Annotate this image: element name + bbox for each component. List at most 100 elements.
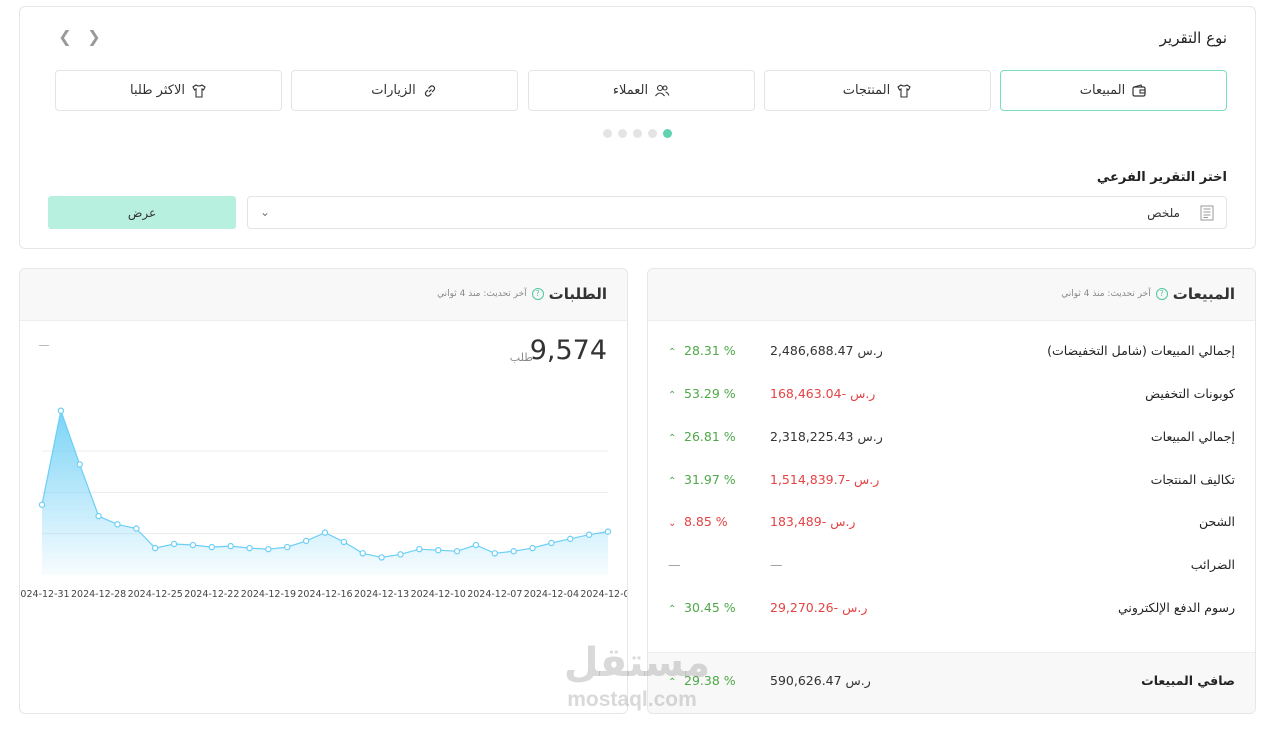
sales-row: إجمالي المبيعات 2,318,225.43 ر.س ⌃ 26.81 …	[648, 427, 1255, 447]
help-icon[interactable]: ?	[1155, 288, 1168, 300]
arrow-up-icon: ⌃	[668, 347, 677, 358]
sales-panel-header: المبيعات ? آخر تحديث: منذ 4 ثواني	[648, 269, 1255, 321]
x-tick-label: 2024-12-16	[297, 589, 352, 600]
data-point[interactable]	[227, 542, 234, 550]
row-label: إجمالي المبيعات (شامل التخفيضات)	[1047, 343, 1235, 358]
row-label: تكاليف المنتجات	[1150, 472, 1235, 487]
data-point[interactable]	[340, 538, 348, 546]
data-point[interactable]	[321, 529, 329, 536]
data-point[interactable]	[151, 544, 159, 552]
x-tick-label: 2024-12-22	[184, 589, 239, 600]
data-point[interactable]	[359, 550, 366, 557]
report-card-customers[interactable]: العملاء	[528, 70, 755, 111]
row-percentage: —	[668, 557, 681, 572]
data-point[interactable]	[57, 407, 65, 414]
x-tick-label: 2024-12-07	[467, 589, 522, 600]
report-type-title: نوع التقرير	[1159, 29, 1227, 47]
wallet-icon	[1132, 83, 1146, 97]
row-amount: 183,489- ر.س	[770, 514, 856, 529]
data-point[interactable]	[38, 501, 46, 508]
report-card-products[interactable]: المنتجات	[764, 70, 991, 111]
row-percentage: ⌃ 53.29 %	[668, 386, 736, 401]
chevron-right-icon[interactable]: ❯	[84, 27, 104, 47]
data-point[interactable]	[510, 548, 517, 555]
row-percentage: ⌃ 30.45 %	[668, 600, 736, 615]
net-sales-row: صافي المبيعات 590,626.47 ر.س ⌃ 29.38 %	[648, 652, 1255, 713]
pagination-dot[interactable]	[603, 129, 612, 138]
document-icon	[1200, 205, 1214, 220]
link-icon	[424, 84, 435, 97]
help-icon[interactable]: ?	[531, 288, 544, 300]
data-point[interactable]	[567, 535, 574, 543]
x-tick-label: 2024-12-31	[20, 589, 70, 600]
report-card-most-ordered[interactable]: الاكثر طلبا	[55, 70, 282, 111]
orders-panel-header: الطلبات ? آخر تحديث: منذ 4 ثواني	[20, 269, 627, 321]
data-point[interactable]	[585, 531, 593, 538]
orders-area	[42, 410, 608, 575]
data-point[interactable]	[435, 546, 442, 554]
row-amount: —	[770, 557, 783, 572]
pagination-dot[interactable]	[648, 129, 657, 138]
last-updated: آخر تحديث: منذ 4 ثواني	[437, 289, 527, 299]
row-amount: 2,486,688.47 ر.س	[770, 343, 883, 358]
data-point[interactable]	[397, 551, 404, 558]
data-point[interactable]	[472, 541, 480, 549]
arrow-up-icon: ⌃	[668, 433, 677, 444]
data-point[interactable]	[133, 525, 140, 532]
report-card-sales[interactable]: المبيعات	[1000, 70, 1227, 111]
x-tick-label: 2024-12-28	[71, 589, 126, 600]
data-point[interactable]	[265, 545, 272, 553]
row-label: صافي المبيعات	[1141, 673, 1235, 688]
pagination-dot[interactable]	[618, 129, 627, 138]
sub-report-value: ملخص	[1147, 205, 1180, 220]
data-point[interactable]	[76, 461, 83, 468]
arrow-up-icon: ⌃	[668, 476, 677, 487]
row-percentage: ⌃ 29.38 %	[668, 673, 736, 688]
data-point[interactable]	[246, 544, 253, 552]
data-point[interactable]	[208, 543, 215, 551]
data-point[interactable]	[302, 537, 310, 545]
row-label: الشحن	[1198, 514, 1235, 529]
data-point[interactable]	[95, 512, 102, 520]
report-card-label: الزيارات	[371, 83, 416, 98]
legend-dash	[39, 345, 49, 346]
orders-unit: طلب	[509, 351, 533, 364]
show-button[interactable]: عرض	[48, 196, 236, 229]
row-amount: 29,270.26- ر.س	[770, 600, 868, 615]
sales-row: إجمالي المبيعات (شامل التخفيضات) 2,486,6…	[648, 341, 1255, 361]
arrow-up-icon: ⌃	[668, 677, 677, 688]
data-point[interactable]	[114, 521, 121, 528]
x-tick-label: 2024-12-10	[411, 589, 466, 600]
carousel-pagination	[603, 129, 672, 138]
data-point[interactable]	[604, 528, 612, 535]
pagination-dot[interactable]	[633, 129, 642, 138]
sales-row: تكاليف المنتجات 1,514,839.7- ر.س ⌃ 31.97 …	[648, 470, 1255, 490]
data-point[interactable]	[284, 543, 291, 551]
data-point[interactable]	[378, 554, 385, 561]
row-amount: 2,318,225.43 ر.س	[770, 429, 883, 444]
sub-report-select[interactable]: ملخص ⌄	[247, 196, 1227, 229]
sales-row: الضرائب — —	[648, 555, 1255, 575]
data-point[interactable]	[416, 545, 423, 553]
sales-row: الشحن 183,489- ر.س ⌄ 8.85 %	[648, 512, 1255, 532]
data-point[interactable]	[453, 548, 461, 555]
data-point[interactable]	[170, 540, 178, 548]
last-updated: آخر تحديث: منذ 4 ثواني	[1061, 289, 1151, 299]
data-point[interactable]	[491, 550, 498, 557]
pagination-dot-active[interactable]	[663, 129, 672, 138]
arrow-up-icon: ⌃	[668, 390, 677, 401]
data-point[interactable]	[548, 539, 555, 547]
row-amount: 590,626.47 ر.س	[770, 673, 871, 688]
orders-area-chart: 2024-12-312024-12-282024-12-252024-12-22…	[20, 407, 627, 600]
chevron-left-icon[interactable]: ❮	[55, 27, 75, 47]
data-point[interactable]	[529, 544, 536, 552]
sub-report-label: اختر التقرير الفرعي	[1096, 170, 1227, 185]
report-card-visits[interactable]: الزيارات	[291, 70, 518, 111]
row-percentage: ⌃ 31.97 %	[668, 472, 736, 487]
orders-panel: الطلبات ? آخر تحديث: منذ 4 ثواني 9,574 ط…	[19, 268, 628, 714]
sales-summary-panel: المبيعات ? آخر تحديث: منذ 4 ثواني إجمالي…	[647, 268, 1256, 714]
row-percentage: ⌃ 28.31 %	[668, 343, 736, 358]
x-tick-label: 2024-12-25	[128, 589, 183, 600]
orders-panel-title: الطلبات	[548, 285, 607, 303]
data-point[interactable]	[189, 541, 197, 549]
